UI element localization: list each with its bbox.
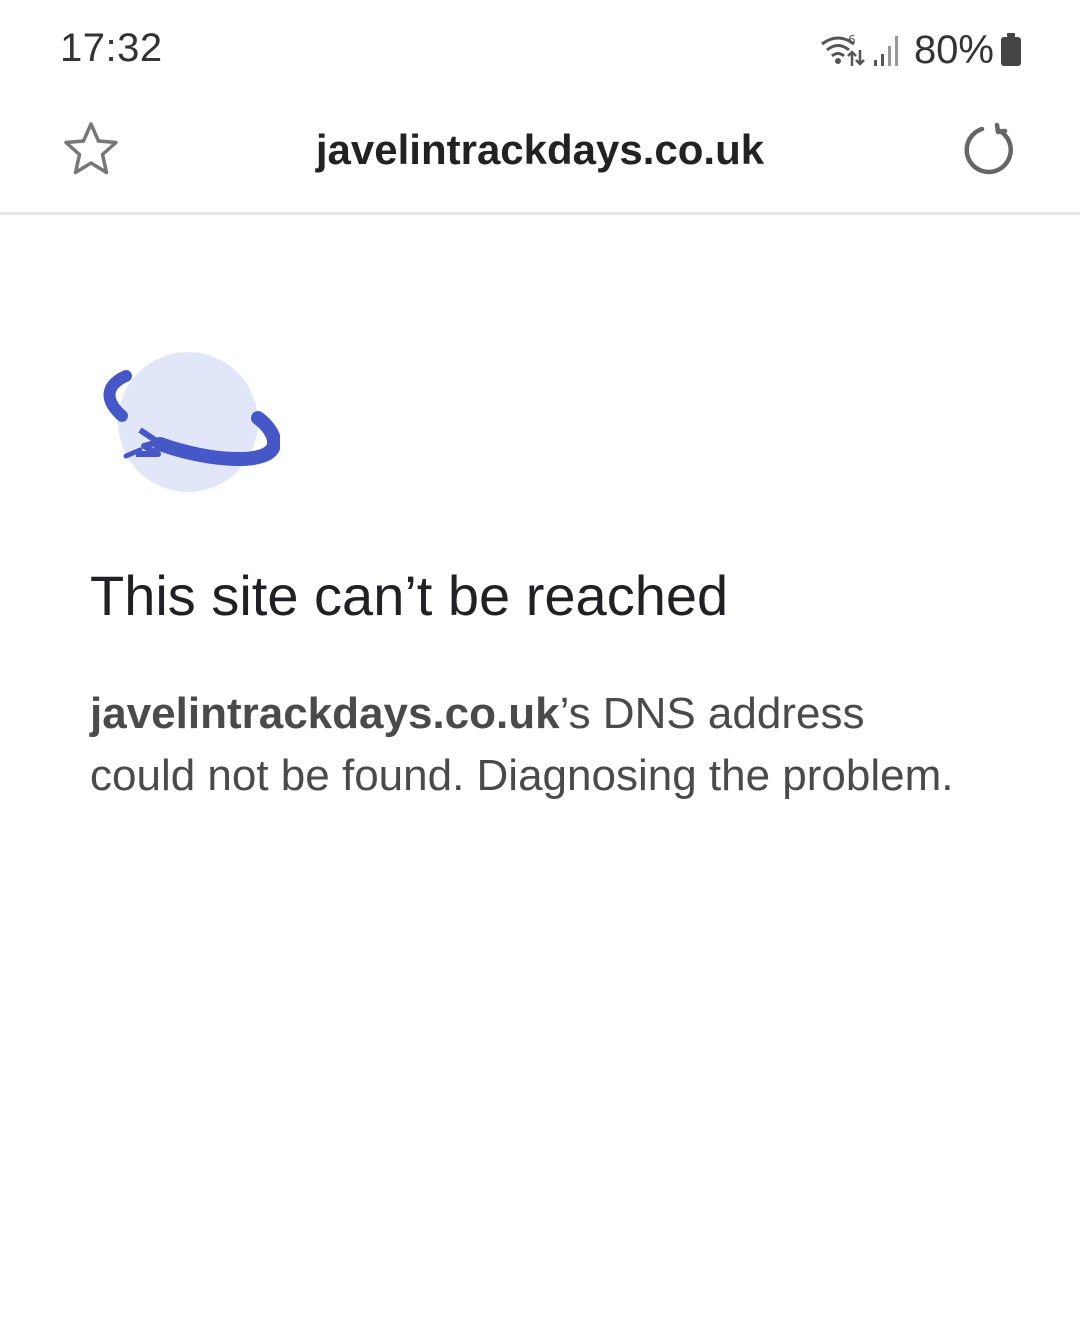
browser-toolbar: javelintrackdays.co.uk (0, 100, 1080, 215)
error-host: javelintrackdays.co.uk (90, 689, 560, 738)
status-bar: 17:32 6 80% (0, 0, 1080, 100)
star-icon (62, 121, 120, 182)
error-message: javelintrackdays.co.uk’s DNS address cou… (90, 683, 970, 807)
url-display[interactable]: javelintrackdays.co.uk (200, 122, 880, 178)
reload-icon (961, 121, 1017, 182)
status-icons: 6 80% (818, 28, 1022, 72)
wifi-data-icon: 6 (818, 30, 866, 70)
status-time: 17:32 (60, 26, 163, 70)
battery-icon (1000, 33, 1022, 67)
svg-text:6: 6 (848, 33, 856, 47)
battery-percent: 80% (913, 27, 994, 72)
error-title: This site can’t be reached (90, 564, 729, 627)
reload-button[interactable] (956, 118, 1022, 184)
disconnected-planet-icon (100, 350, 282, 495)
signal-icon (872, 32, 902, 68)
bookmark-button[interactable] (58, 118, 124, 184)
